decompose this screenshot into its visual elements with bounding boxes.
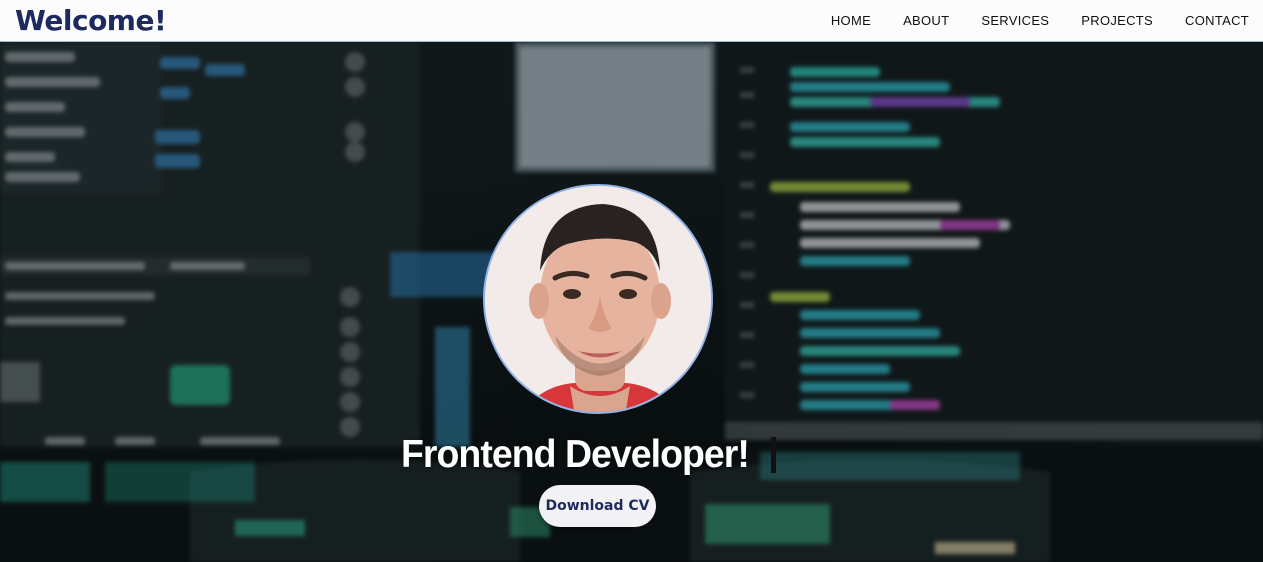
typing-cursor bbox=[771, 437, 777, 473]
nav-link-projects[interactable]: PROJECTS bbox=[1081, 13, 1153, 28]
download-cv-button[interactable]: Download CV bbox=[539, 485, 656, 527]
nav-link-services[interactable]: SERVICES bbox=[981, 13, 1049, 28]
profile-photo bbox=[483, 184, 713, 414]
navbar: Welcome! HOME ABOUT SERVICES PROJECTS CO… bbox=[0, 0, 1263, 42]
nav-links: HOME ABOUT SERVICES PROJECTS CONTACT bbox=[799, 13, 1249, 28]
hero-section: Frontend Developer! Download CV bbox=[0, 42, 1263, 562]
nav-link-contact[interactable]: CONTACT bbox=[1185, 13, 1249, 28]
nav-link-home[interactable]: HOME bbox=[831, 13, 871, 28]
hero-headline: Frontend Developer! bbox=[401, 431, 777, 479]
brand-title[interactable]: Welcome! bbox=[15, 4, 167, 37]
profile-portrait-image bbox=[485, 186, 711, 412]
headline-text: Frontend Developer! bbox=[401, 433, 750, 476]
nav-link-about[interactable]: ABOUT bbox=[903, 13, 949, 28]
